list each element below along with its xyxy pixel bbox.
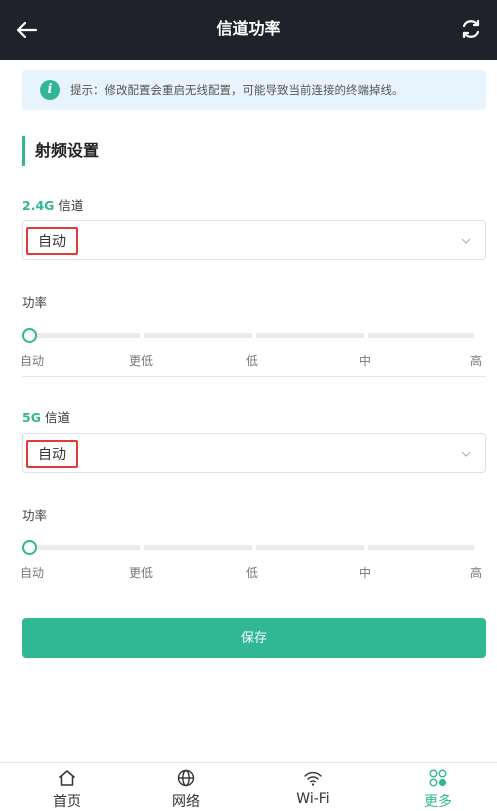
power-24g-label: 功率 <box>22 295 48 310</box>
power-5g-slider[interactable] <box>22 540 478 556</box>
channel-5g-label: 5G 信道 <box>22 407 70 426</box>
header-bar: 信道功率 <box>0 0 497 60</box>
tick-label: 高 <box>470 566 483 580</box>
home-icon <box>59 770 75 786</box>
tick-label: 更低 <box>129 566 154 580</box>
tip-banner: i 提示：修改配置会重启无线配置，可能导致当前连接的终端掉线。 <box>22 70 486 110</box>
page-title: 信道功率 <box>216 19 281 38</box>
channel-24g-value: 自动 <box>26 227 78 255</box>
slider-track-segment <box>256 545 364 550</box>
tab-wifi[interactable]: Wi-Fi <box>268 763 358 811</box>
channel-24g-label: 2.4G 信道 <box>22 195 83 214</box>
refresh-icon[interactable] <box>459 17 483 41</box>
tick-label: 高 <box>470 354 483 368</box>
tick-label: 低 <box>246 354 259 368</box>
tip-text: 提示：修改配置会重启无线配置，可能导致当前连接的终端掉线。 <box>70 83 404 97</box>
divider <box>22 376 486 377</box>
channel-5g-select[interactable]: 自动 <box>22 433 486 473</box>
tab-label: Wi-Fi <box>296 791 330 807</box>
slider-track-segment <box>256 333 364 338</box>
slider-track-segment <box>368 545 474 550</box>
more-grid-icon <box>429 769 447 787</box>
channel-label-suffix: 信道 <box>44 410 70 425</box>
power-5g-ticks: 自动 更低 低 中 高 <box>20 564 484 580</box>
slider-track-segment <box>144 333 252 338</box>
tab-more[interactable]: 更多 <box>393 763 483 811</box>
chevron-down-icon <box>461 238 471 244</box>
tick-label: 自动 <box>20 566 45 580</box>
power-24g-ticks: 自动 更低 低 中 高 <box>20 352 484 368</box>
tab-label: 首页 <box>53 794 81 810</box>
save-button[interactable]: 保存 <box>22 618 486 658</box>
slider-handle[interactable] <box>22 540 37 555</box>
globe-icon <box>177 769 195 787</box>
tick-label: 中 <box>359 566 372 580</box>
channel-24g-select[interactable]: 自动 <box>22 220 486 260</box>
tab-home[interactable]: 首页 <box>22 763 112 811</box>
wifi-icon <box>304 771 322 786</box>
channel-5g-value: 自动 <box>26 440 78 468</box>
tab-label: 更多 <box>424 794 452 810</box>
slider-track-segment <box>30 333 140 338</box>
channel-label-suffix: 信道 <box>58 198 84 213</box>
band-5g-name: 5G <box>22 410 41 425</box>
tick-label: 中 <box>359 354 372 368</box>
slider-track-segment <box>368 333 474 338</box>
section-title: 射频设置 <box>22 136 99 166</box>
tick-label: 自动 <box>20 354 45 368</box>
bottom-tab-bar: 首页 网络 Wi-Fi 更多 <box>0 762 497 811</box>
slider-track-segment <box>30 545 140 550</box>
slider-handle[interactable] <box>22 328 37 343</box>
tab-label: 网络 <box>172 794 200 810</box>
tab-network[interactable]: 网络 <box>141 763 231 811</box>
info-icon: i <box>40 80 60 100</box>
power-24g-slider[interactable] <box>22 328 478 344</box>
power-5g-label: 功率 <box>22 508 48 523</box>
band-24g-name: 2.4G <box>22 198 55 213</box>
tick-label: 更低 <box>129 354 154 368</box>
chevron-down-icon <box>461 451 471 457</box>
slider-track-segment <box>144 545 252 550</box>
tick-label: 低 <box>246 566 259 580</box>
